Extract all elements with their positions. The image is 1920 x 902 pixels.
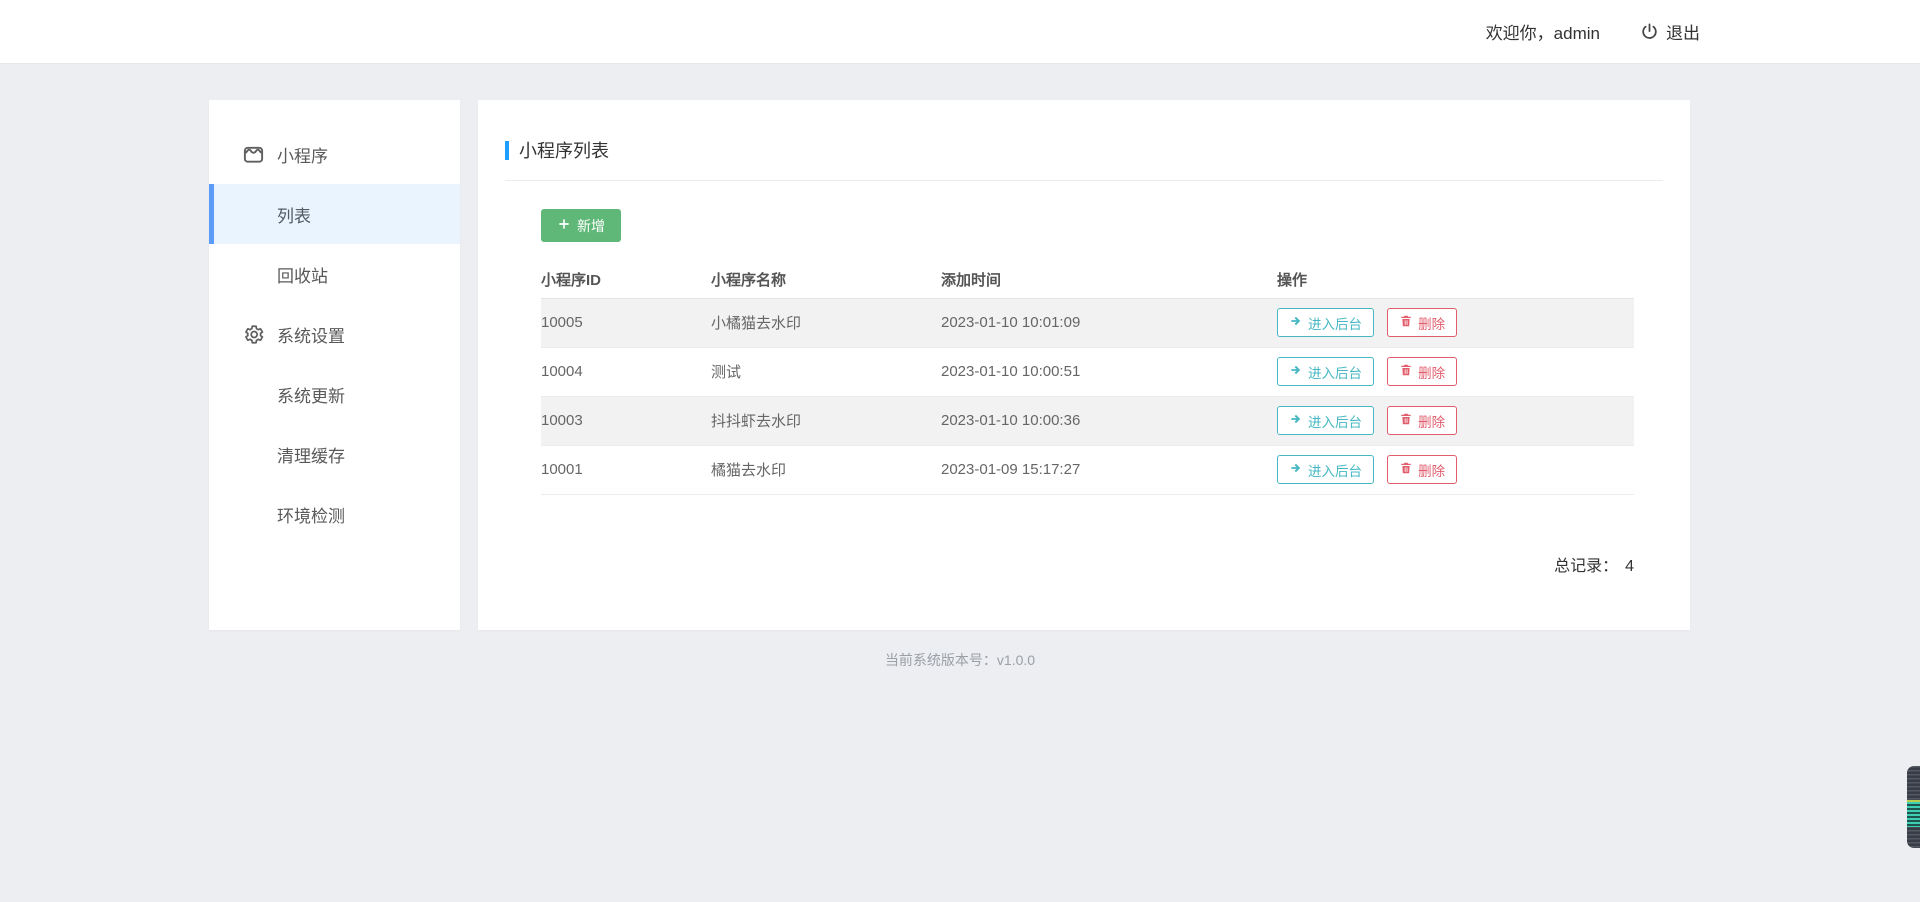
table-header-row: 小程序ID 小程序名称 添加时间 操作 <box>541 262 1634 298</box>
cell-name: 橘猫去水印 <box>711 445 941 494</box>
col-header-time: 添加时间 <box>941 262 1277 298</box>
sidebar-item-miniapp[interactable]: 小程序 <box>209 124 460 184</box>
edge-widget-band <box>1907 800 1920 827</box>
col-header-name: 小程序名称 <box>711 262 941 298</box>
cell-time: 2023-01-10 10:00:51 <box>941 347 1277 396</box>
total-records-label: 总记录： <box>1554 558 1618 575</box>
page-title: 小程序列表 <box>519 137 609 163</box>
trash-icon <box>1399 363 1413 380</box>
table-row: 10004 测试 2023-01-10 10:00:51 进入后台 <box>541 347 1634 396</box>
cell-actions: 进入后台 删除 <box>1277 445 1634 494</box>
cell-id: 10005 <box>541 298 711 347</box>
delete-button[interactable]: 删除 <box>1387 455 1457 484</box>
logout-button[interactable]: 退出 <box>1640 19 1700 44</box>
version-text: 当前系统版本号：v1.0.0 <box>885 652 1035 668</box>
welcome-text: 欢迎你，admin <box>1486 19 1600 44</box>
delete-label: 删除 <box>1418 460 1445 480</box>
trash-icon <box>1399 412 1413 429</box>
cell-actions: 进入后台 删除 <box>1277 347 1634 396</box>
arrow-right-icon <box>1289 314 1303 331</box>
sidebar-item-system-settings[interactable]: 系统设置 <box>209 304 460 364</box>
enter-backend-button[interactable]: 进入后台 <box>1277 455 1374 484</box>
sidebar-item-list[interactable]: 列表 <box>209 184 460 244</box>
miniapp-list-panel: 小程序列表 新增 小程序ID 小程序名称 添加时间 操作 <box>478 100 1690 630</box>
enter-backend-button[interactable]: 进入后台 <box>1277 406 1374 435</box>
enter-backend-label: 进入后台 <box>1308 411 1362 431</box>
delete-label: 删除 <box>1418 411 1445 431</box>
delete-label: 删除 <box>1418 362 1445 382</box>
cell-name: 测试 <box>711 347 941 396</box>
main-layout: 小程序 列表 回收站 系统设置 系统更新 清理缓存 环境检测 <box>209 100 1690 630</box>
cell-id: 10001 <box>541 445 711 494</box>
sidebar-item-label: 清理缓存 <box>277 442 345 467</box>
cell-time: 2023-01-10 10:00:36 <box>941 396 1277 445</box>
sidebar-item-clear-cache[interactable]: 清理缓存 <box>209 424 460 484</box>
enter-backend-button[interactable]: 进入后台 <box>1277 357 1374 386</box>
power-icon <box>1640 22 1659 41</box>
table-row: 10003 抖抖虾去水印 2023-01-10 10:00:36 进入后台 <box>541 396 1634 445</box>
cell-actions: 进入后台 删除 <box>1277 396 1634 445</box>
total-records: 总记录： 4 <box>541 552 1634 576</box>
delete-button[interactable]: 删除 <box>1387 308 1457 337</box>
cell-actions: 进入后台 删除 <box>1277 298 1634 347</box>
sidebar-item-system-update[interactable]: 系统更新 <box>209 364 460 424</box>
panel-content: 新增 小程序ID 小程序名称 添加时间 操作 10005 小橘猫去水印 <box>541 209 1634 576</box>
arrow-right-icon <box>1289 461 1303 478</box>
enter-backend-label: 进入后台 <box>1308 313 1362 333</box>
delete-label: 删除 <box>1418 313 1445 333</box>
total-records-value: 4 <box>1625 558 1634 575</box>
trash-icon <box>1399 314 1413 331</box>
delete-button[interactable]: 删除 <box>1387 357 1457 386</box>
miniapp-icon <box>242 143 265 166</box>
cell-time: 2023-01-09 15:17:27 <box>941 445 1277 494</box>
sidebar-item-env-check[interactable]: 环境检测 <box>209 484 460 544</box>
sidebar-item-label: 小程序 <box>277 142 328 167</box>
sidebar: 小程序 列表 回收站 系统设置 系统更新 清理缓存 环境检测 <box>209 100 460 630</box>
title-accent-bar <box>505 141 509 160</box>
enter-backend-label: 进入后台 <box>1308 460 1362 480</box>
gear-icon <box>242 323 265 346</box>
col-header-action: 操作 <box>1277 262 1634 298</box>
cell-name: 小橘猫去水印 <box>711 298 941 347</box>
sidebar-item-label: 回收站 <box>277 262 328 287</box>
sidebar-item-label: 列表 <box>277 202 311 227</box>
add-button[interactable]: 新增 <box>541 209 621 242</box>
enter-backend-button[interactable]: 进入后台 <box>1277 308 1374 337</box>
enter-backend-label: 进入后台 <box>1308 362 1362 382</box>
topbar: 欢迎你，admin 退出 <box>0 0 1920 64</box>
plus-icon <box>557 217 571 234</box>
edge-widget-handle[interactable] <box>1907 766 1920 848</box>
panel-title: 小程序列表 <box>478 100 1690 163</box>
cell-name: 抖抖虾去水印 <box>711 396 941 445</box>
arrow-right-icon <box>1289 412 1303 429</box>
trash-icon <box>1399 461 1413 478</box>
version-footer: 当前系统版本号：v1.0.0 <box>0 650 1920 670</box>
sidebar-item-recycle-bin[interactable]: 回收站 <box>209 244 460 304</box>
title-divider <box>505 180 1663 181</box>
miniapp-table: 小程序ID 小程序名称 添加时间 操作 10005 小橘猫去水印 2023-01… <box>541 262 1634 495</box>
col-header-id: 小程序ID <box>541 262 711 298</box>
sidebar-item-label: 系统设置 <box>277 322 345 347</box>
cell-id: 10004 <box>541 347 711 396</box>
table-row: 10005 小橘猫去水印 2023-01-10 10:01:09 进入后台 <box>541 298 1634 347</box>
logout-label: 退出 <box>1666 19 1700 44</box>
cell-time: 2023-01-10 10:01:09 <box>941 298 1277 347</box>
table-row: 10001 橘猫去水印 2023-01-09 15:17:27 进入后台 <box>541 445 1634 494</box>
cell-id: 10003 <box>541 396 711 445</box>
arrow-right-icon <box>1289 363 1303 380</box>
sidebar-item-label: 环境检测 <box>277 502 345 527</box>
add-button-label: 新增 <box>577 216 605 236</box>
table-body: 10005 小橘猫去水印 2023-01-10 10:01:09 进入后台 <box>541 298 1634 494</box>
delete-button[interactable]: 删除 <box>1387 406 1457 435</box>
sidebar-item-label: 系统更新 <box>277 382 345 407</box>
